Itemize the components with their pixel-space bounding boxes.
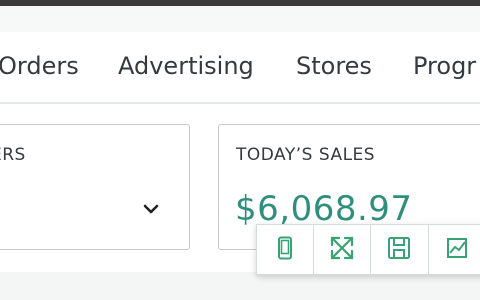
seller-dashboard: Orders Advertising Stores Progr ERS TODA… [0,0,480,300]
save-button[interactable] [371,224,429,275]
card-title: ERS [0,145,26,165]
nav-item-advertising[interactable]: Advertising [118,51,254,81]
mobile-preview-icon [272,235,298,265]
nav-item-programs[interactable]: Progr [413,51,476,81]
main-nav: Orders Advertising Stores Progr [0,32,480,102]
nav-divider [0,102,480,104]
nav-band [0,6,480,32]
chart-button[interactable] [428,224,480,275]
expand-icon [329,235,355,265]
mobile-preview-button[interactable] [256,224,314,275]
expand-button[interactable] [313,224,372,275]
nav-item-orders[interactable]: Orders [0,51,79,81]
sales-title: TODAY’S SALES [236,145,376,165]
bottom-band [0,272,480,300]
sales-value: $6,068.97 [235,189,413,229]
nav-item-stores[interactable]: Stores [296,51,372,81]
widget-toolbar [256,224,480,275]
chevron-down-icon[interactable] [141,199,161,219]
save-icon [386,235,412,265]
dropdown-card[interactable]: ERS [0,124,190,250]
chart-icon [444,235,470,265]
